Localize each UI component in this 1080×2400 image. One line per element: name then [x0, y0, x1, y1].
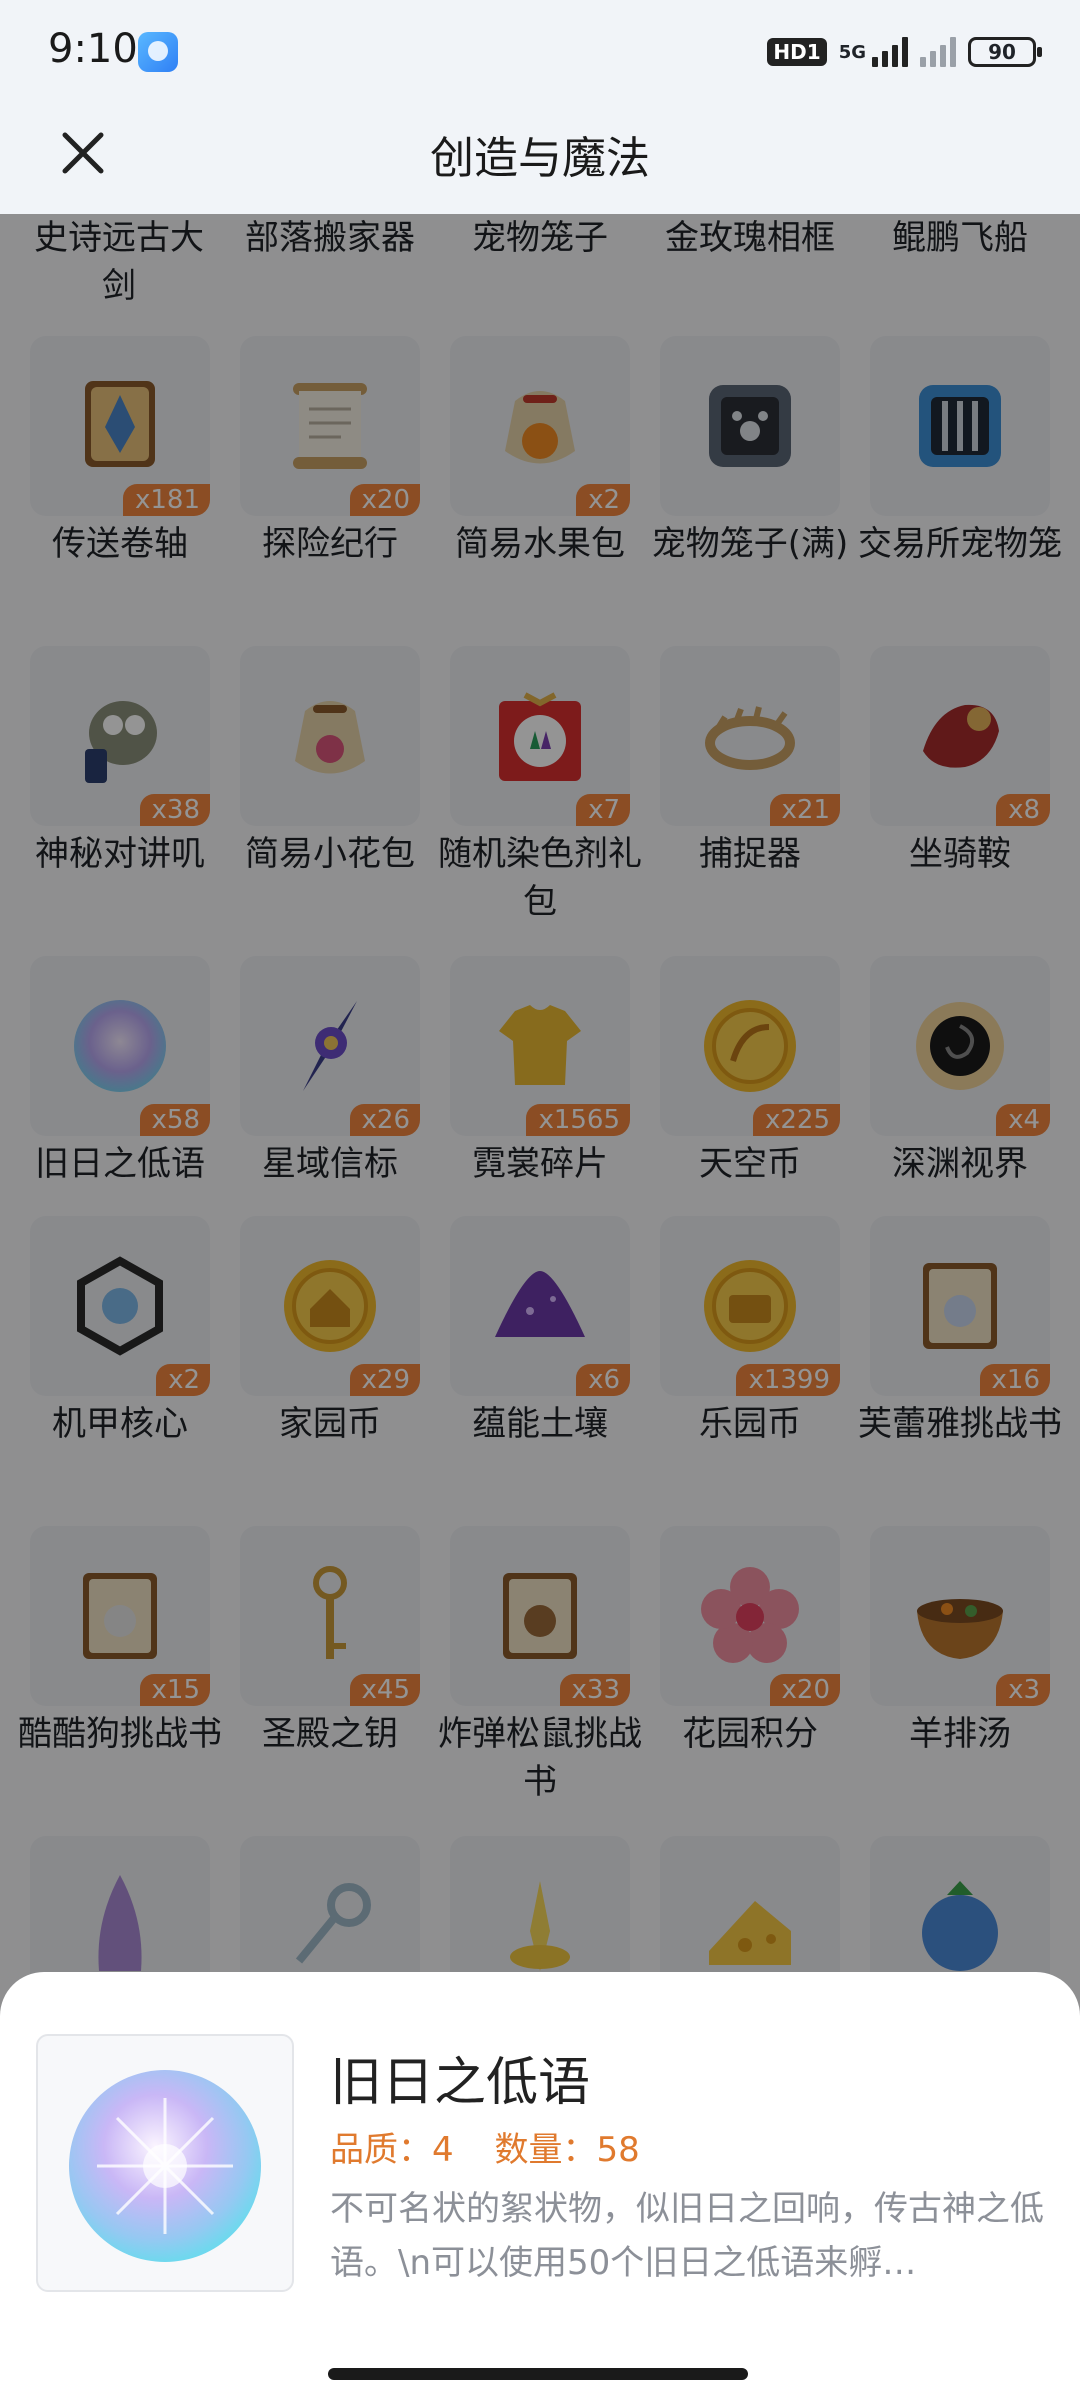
signal-2-icon — [920, 37, 956, 67]
battery-icon: 90 — [968, 37, 1042, 67]
status-icons: HD1 5G 90 — [767, 30, 1042, 74]
status-bar: 9:10 HD1 5G 90 — [0, 0, 1080, 100]
detail-image — [36, 2034, 294, 2292]
signal-icon — [872, 37, 908, 67]
detail-quantity: 数量：58 — [494, 2130, 640, 2170]
hd-badge: HD1 — [767, 38, 827, 66]
page-title: 创造与魔法 — [430, 133, 650, 184]
clock: 9:10 — [48, 26, 138, 72]
detail-meta: 品质：4 数量：58 — [330, 2122, 670, 2171]
detail-quality: 品质：4 — [330, 2130, 454, 2170]
whisper-orb-icon — [69, 2070, 261, 2262]
network-type: 5G — [838, 41, 866, 63]
item-detail-sheet: 旧日之低语 品质：4 数量：58 不可名状的絮状物，似旧日之回响，传古神之低语。… — [0, 1972, 1080, 2400]
detail-description: 不可名状的絮状物，似旧日之回响，传古神之低语。\n可以使用50个旧日之低语来孵… — [330, 2189, 1044, 2283]
app-header: 创造与魔法 — [0, 100, 1080, 214]
home-indicator[interactable] — [328, 2368, 748, 2380]
app-notification-icon — [138, 32, 178, 72]
detail-title: 旧日之低语 — [330, 2053, 591, 2113]
